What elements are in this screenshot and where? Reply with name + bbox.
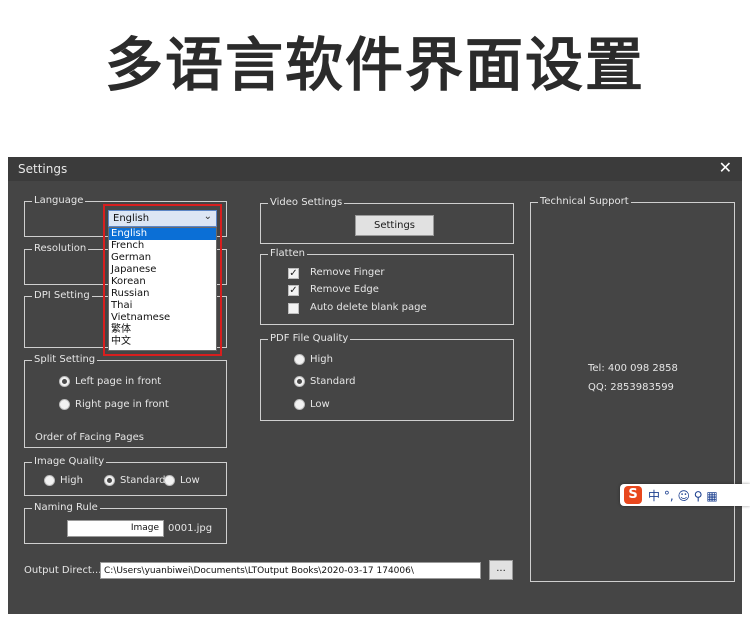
language-selected-value: English [113,213,150,224]
window-title: Settings [18,162,68,176]
remove-edge-label: Remove Edge [310,284,379,295]
browse-button[interactable]: ... [489,560,513,580]
language-option[interactable]: French [109,240,216,252]
order-facing-pages-label: Order of Facing Pages [35,432,144,443]
remove-finger-checkbox[interactable]: ✓ [288,268,299,279]
language-option[interactable]: Korean [109,276,216,288]
image-quality-high-label: High [60,475,83,486]
support-qq: QQ: 2853983599 [588,382,674,393]
language-option[interactable]: Thai [109,300,216,312]
ime-status-icons: 中 °, ☺ ⚲ ▦ [648,489,718,503]
naming-rule-label: Naming Rule [32,502,100,513]
page-banner-title: 多语言软件界面设置 [104,31,645,99]
pdf-high-radio[interactable] [294,354,305,365]
image-quality-standard-label: Standard [120,475,166,486]
settings-window: Settings ✕ Language Resolution DPI Setti… [8,157,742,614]
chevron-down-icon: ⌄ [203,211,212,222]
right-page-label: Right page in front [75,399,169,410]
image-quality-high-radio[interactable] [44,475,55,486]
split-setting-label: Split Setting [32,354,98,365]
support-tel: Tel: 400 098 2858 [588,363,678,374]
naming-rule-suffix: 0001.jpg [168,523,213,534]
pdf-low-radio[interactable] [294,399,305,410]
pdf-quality-group: PDF File Quality High Standard Low [260,333,514,421]
technical-support-label: Technical Support [538,196,631,207]
output-directory-label: Output Direct... [24,565,102,576]
left-page-label: Left page in front [75,376,162,387]
pdf-quality-label: PDF File Quality [268,333,351,344]
pdf-low-label: Low [310,399,330,410]
ime-toolbar[interactable]: S 中 °, ☺ ⚲ ▦ [620,484,750,506]
naming-rule-input[interactable]: Image [67,520,164,537]
language-option[interactable]: Russian [109,288,216,300]
language-label: Language [32,195,86,206]
flatten-label: Flatten [268,248,307,259]
video-settings-button[interactable]: Settings [355,215,434,236]
language-option[interactable]: Japanese [109,264,216,276]
left-page-radio[interactable] [59,376,70,387]
pdf-standard-label: Standard [310,376,356,387]
image-quality-low-label: Low [180,475,200,486]
language-option[interactable]: 中文 [109,336,216,348]
video-settings-label: Video Settings [268,197,345,208]
pdf-standard-radio[interactable] [294,376,305,387]
language-select[interactable]: English ⌄ [108,210,217,227]
pdf-high-label: High [310,354,333,365]
remove-finger-label: Remove Finger [310,267,385,278]
title-bar: Settings ✕ [8,157,742,181]
image-quality-label: Image Quality [32,456,107,467]
language-options-list: English French German Japanese Korean Ru… [108,227,217,351]
flatten-group: Flatten ✓ Remove Finger ✓ Remove Edge Au… [260,248,514,325]
video-settings-group: Video Settings Settings [260,197,514,244]
auto-delete-label: Auto delete blank page [310,302,427,313]
language-option[interactable]: English [109,228,216,240]
split-setting-group: Split Setting Left page in front Right p… [24,354,227,448]
technical-support-group: Technical Support Tel: 400 098 2858 QQ: … [530,196,735,582]
right-page-radio[interactable] [59,399,70,410]
resolution-label: Resolution [32,243,89,254]
remove-edge-checkbox[interactable]: ✓ [288,285,299,296]
close-icon[interactable]: ✕ [719,158,732,177]
naming-rule-group: Naming Rule Image 0001.jpg [24,502,227,544]
output-directory-input[interactable]: C:\Users\yuanbiwei\Documents\LTOutput Bo… [100,562,481,579]
image-quality-standard-radio[interactable] [104,475,115,486]
auto-delete-checkbox[interactable] [288,303,299,314]
language-dropdown-highlight: English ⌄ English French German Japanese… [103,204,222,356]
language-option[interactable]: Vietnamese [109,312,216,324]
ime-logo-icon: S [624,486,642,504]
image-quality-low-radio[interactable] [164,475,175,486]
dpi-label: DPI Setting [32,290,92,301]
image-quality-group: Image Quality High Standard Low [24,456,227,496]
language-option[interactable]: 繁体 [109,324,216,336]
language-option[interactable]: German [109,252,216,264]
